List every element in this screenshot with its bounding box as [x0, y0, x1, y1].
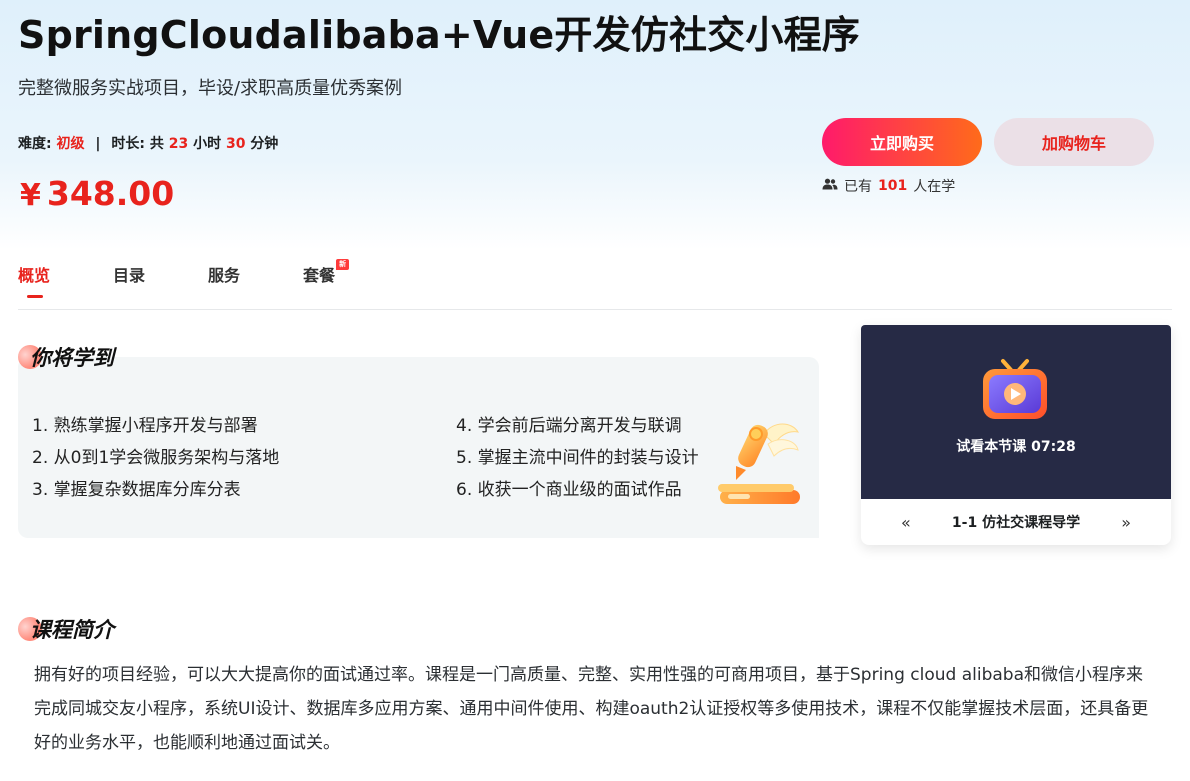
learn-item: 6. 收获一个商业级的面试作品 — [456, 480, 682, 500]
next-lesson-icon[interactable]: » — [1121, 513, 1131, 532]
meta-separator: | — [95, 136, 101, 152]
pen-book-illustration-icon — [712, 414, 804, 516]
learners-count: 已有 101 人在学 — [822, 176, 955, 196]
new-badge: 新 — [336, 259, 350, 270]
users-icon — [822, 178, 838, 194]
tab-catalog[interactable]: 目录 — [113, 262, 145, 298]
learn-item: 5. 掌握主流中间件的封装与设计 — [456, 448, 699, 468]
price-amount: 348.00 — [46, 174, 175, 213]
duration-hours: 23 — [168, 136, 189, 152]
tab-package[interactable]: 套餐新 — [303, 259, 350, 298]
trial-text: 试看本节课 — [956, 439, 1027, 455]
tab-label: 服务 — [208, 266, 241, 285]
course-price: ¥348.00 — [20, 174, 174, 213]
tab-service[interactable]: 服务 — [208, 262, 240, 298]
duration-hours-unit: 小时 — [193, 136, 222, 152]
duration-label: 时长: — [111, 136, 145, 152]
trial-duration: 07:28 — [1031, 439, 1076, 455]
learn-list-right: 4. 学会前后端分离开发与联调 5. 掌握主流中间件的封装与设计 6. 收获一个… — [456, 410, 699, 506]
tab-label: 套餐 — [303, 266, 336, 285]
course-subtitle: 完整微服务实战项目，毕设/求职高质量优秀案例 — [18, 78, 403, 99]
video-screen[interactable]: 试看本节课 07:28 — [861, 325, 1171, 499]
tab-label: 概览 — [18, 266, 51, 285]
lesson-title[interactable]: 1-1 仿社交课程导学 — [952, 512, 1080, 532]
tab-overview[interactable]: 概览 — [18, 262, 50, 298]
learn-heading-text: 你将学到 — [30, 346, 114, 370]
intro-paragraph: 拥有好的项目经验，可以大大提高你的面试通过率。课程是一门高质量、完整、实用性强的… — [34, 665, 1149, 753]
learners-suffix: 人在学 — [913, 179, 956, 195]
learn-item: 4. 学会前后端分离开发与联调 — [456, 416, 682, 436]
learn-heading: 你将学到 — [18, 342, 114, 372]
learners-prefix: 已有 — [844, 179, 872, 195]
duration-minutes: 30 — [225, 136, 246, 152]
course-title: SpringCloudalibaba+Vue开发仿社交小程序 — [18, 13, 860, 57]
course-page: SpringCloudalibaba+Vue开发仿社交小程序 完整微服务实战项目… — [0, 0, 1190, 781]
tv-play-icon[interactable] — [979, 357, 1051, 427]
duration-minutes-unit: 分钟 — [250, 136, 279, 152]
trial-label: 试看本节课 07:28 — [861, 436, 1171, 456]
learners-number: 101 — [878, 178, 908, 194]
add-to-cart-button[interactable]: 加购物车 — [994, 118, 1154, 166]
intro-heading-text: 课程简介 — [30, 618, 114, 642]
buy-now-button[interactable]: 立即购买 — [822, 118, 982, 166]
learn-list-left: 1. 熟练掌握小程序开发与部署 2. 从0到1学会微服务架构与落地 3. 掌握复… — [32, 410, 279, 506]
lesson-nav: « 1-1 仿社交课程导学 » — [861, 499, 1171, 545]
prev-lesson-icon[interactable]: « — [901, 513, 911, 532]
course-tabs: 概览 目录 服务 套餐新 — [18, 259, 398, 298]
learn-item: 3. 掌握复杂数据库分库分表 — [32, 480, 241, 500]
difficulty-value: 初级 — [56, 136, 85, 152]
learn-item: 2. 从0到1学会微服务架构与落地 — [32, 448, 280, 468]
difficulty-label: 难度: — [18, 136, 52, 152]
intro-heading: 课程简介 — [18, 614, 114, 644]
tabs-divider — [18, 309, 1172, 310]
tab-label: 目录 — [113, 266, 146, 285]
price-currency: ¥ — [20, 178, 41, 213]
video-preview-card: 试看本节课 07:28 « 1-1 仿社交课程导学 » — [861, 325, 1171, 545]
learn-item: 1. 熟练掌握小程序开发与部署 — [32, 416, 258, 436]
course-meta: 难度: 初级 | 时长: 共 23 小时 30 分钟 — [18, 133, 278, 153]
duration-prefix: 共 — [149, 136, 164, 152]
